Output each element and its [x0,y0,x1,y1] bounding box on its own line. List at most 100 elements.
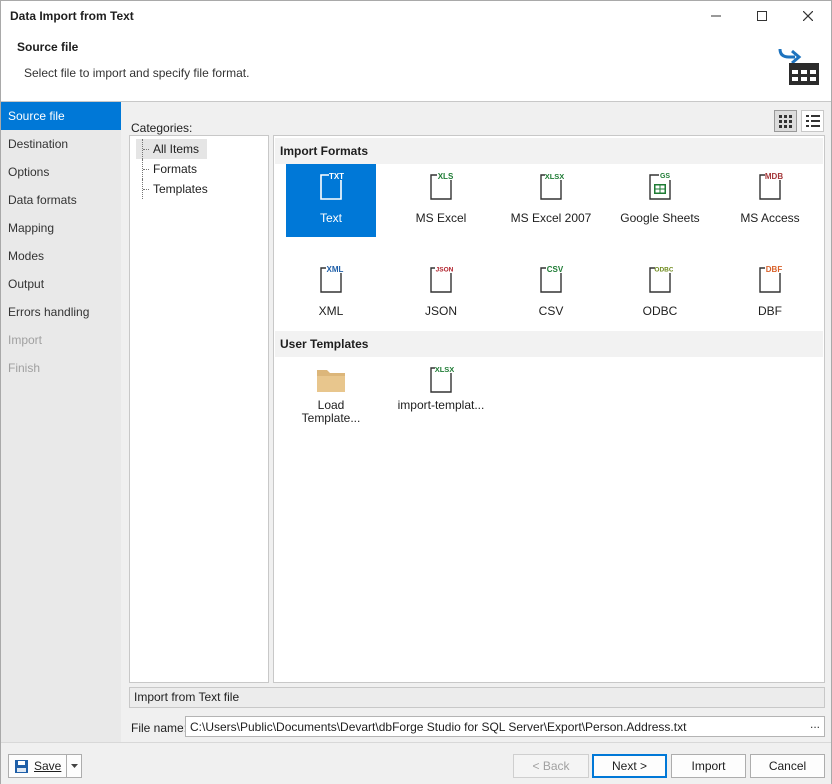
svg-text:MDB: MDB [765,172,783,181]
svg-text:XLS: XLS [438,172,454,181]
sidebar-item-mapping[interactable]: Mapping [1,214,121,242]
format-description-bar: Import from Text file [129,687,825,708]
format-tile-xml[interactable]: XML XML [286,257,376,330]
format-tile-label: Google Sheets [620,211,700,225]
format-tile-odbc[interactable]: ODBC ODBC [615,257,705,330]
import-wizard-window: Data Import from Text Source file Select… [0,0,832,784]
cancel-button[interactable]: Cancel [750,754,825,778]
sidebar-item-destination[interactable]: Destination [1,130,121,158]
format-tile-ms-access[interactable]: MDB MS Access [725,164,815,237]
google-sheets-file-icon: GS [649,171,673,200]
format-tile-label: JSON [424,304,457,318]
list-view-button[interactable] [801,110,824,132]
sidebar-item-finish: Finish [8,361,41,375]
format-tile-label: MS Access [740,211,800,225]
sidebar-item-options[interactable]: Options [1,158,121,186]
sidebar-item-source-file[interactable]: Source file [1,102,121,130]
sidebar-item-output[interactable]: Output [1,270,121,298]
tree-item-formats[interactable]: Formats [136,159,205,179]
format-tile-ms-excel-2007[interactable]: XLSX MS Excel 2007 [496,164,606,237]
xlsx-file-icon: XLSX [430,364,454,393]
chevron-down-icon [71,764,78,768]
sidebar-item-modes[interactable]: Modes [1,242,121,270]
maximize-button[interactable] [739,1,785,31]
list-view-icon [805,114,820,127]
txt-file-icon: TXT [320,171,344,200]
svg-text:CSV: CSV [547,265,564,274]
format-tile-label: Text [319,211,342,225]
back-button: < Back [513,754,589,778]
import-button[interactable]: Import [671,754,746,778]
svg-text:XLSX: XLSX [435,365,454,374]
file-name-input[interactable] [185,716,825,737]
sidebar-item-data-formats[interactable]: Data formats [1,186,121,214]
template-tile-load-template[interactable]: Load Template... [286,357,376,435]
svg-text:XML: XML [327,265,344,274]
large-icons-view-icon [779,114,792,128]
svg-text:TXT: TXT [329,172,344,181]
xls-file-icon: XLS [430,171,454,200]
tree-item-label: Templates [153,182,208,196]
folder-icon [317,370,345,392]
close-icon [803,11,813,21]
group-header-user-templates: User Templates [275,331,823,357]
format-tile-dbf[interactable]: DBF DBF [725,257,815,330]
format-tile-label: DBF [758,304,782,318]
svg-text:ODBC: ODBC [654,267,673,274]
minimize-icon [711,15,721,17]
title-bar: Data Import from Text [1,1,831,31]
categories-label: Categories: [131,121,193,135]
tree-connector [142,139,149,159]
window-title: Data Import from Text [10,9,134,23]
format-tile-ms-excel[interactable]: XLS MS Excel [396,164,486,237]
format-gallery: Import Formats TXT Text XLS MS Excel XLS… [273,135,825,683]
minimize-button[interactable] [693,1,739,31]
svg-text:JSON: JSON [436,267,454,274]
maximize-icon [757,11,767,21]
svg-text:XLSX: XLSX [545,172,564,181]
template-tile-label: Load Template... [301,398,361,425]
tree-connector [142,159,149,179]
xml-file-icon: XML [320,264,344,293]
group-header-import-formats: Import Formats [275,138,823,164]
format-tile-label: CSV [538,304,564,318]
tree-item-templates[interactable]: Templates [136,179,216,199]
main-content: Categories: All Items Formats Templates … [121,102,831,742]
format-tile-csv[interactable]: CSV CSV [506,257,596,330]
format-tile-google-sheets[interactable]: GS Google Sheets [605,164,715,237]
format-tile-label: MS Excel [415,211,467,225]
csv-file-icon: CSV [540,264,564,293]
close-button[interactable] [785,1,831,31]
mdb-file-icon: MDB [759,171,783,200]
next-button[interactable]: Next > [592,754,667,778]
xlsx-file-icon: XLSX [540,171,564,200]
dbf-file-icon: DBF [759,264,783,293]
format-tile-label: MS Excel 2007 [510,211,592,225]
tree-connector [142,179,149,199]
tree-item-label: Formats [153,162,198,176]
categories-tree: All Items Formats Templates [129,135,269,683]
save-button[interactable]: Save [8,754,82,778]
svg-text:DBF: DBF [766,265,783,274]
template-tile-label: import-templat... [397,398,485,412]
sidebar-item-errors-handling[interactable]: Errors handling [1,298,121,326]
page-title: Source file [17,40,79,54]
format-tile-json[interactable]: JSON JSON [396,257,486,330]
floppy-disk-icon [15,760,28,773]
save-button-label: Save [34,759,62,773]
wizard-footer: Save < Back Next > Import Cancel [1,742,831,784]
odbc-file-icon: ODBC [649,264,673,293]
format-tile-label: ODBC [642,304,678,318]
format-tile-text[interactable]: TXT Text [286,164,376,237]
save-dropdown-button[interactable] [66,755,82,777]
tree-item-label: All Items [153,142,200,156]
format-tile-label: XML [318,304,344,318]
file-name-label: File name: [131,721,188,735]
import-to-table-icon [778,48,819,85]
browse-file-button[interactable]: ... [807,718,823,735]
page-subtitle: Select file to import and specify file f… [24,66,250,80]
large-icons-view-button[interactable] [774,110,797,132]
template-tile-import-template[interactable]: XLSX import-templat... [396,357,486,430]
tree-item-all-items[interactable]: All Items [136,139,208,159]
wizard-steps-sidebar: Source file Destination Options Data for… [1,102,121,742]
